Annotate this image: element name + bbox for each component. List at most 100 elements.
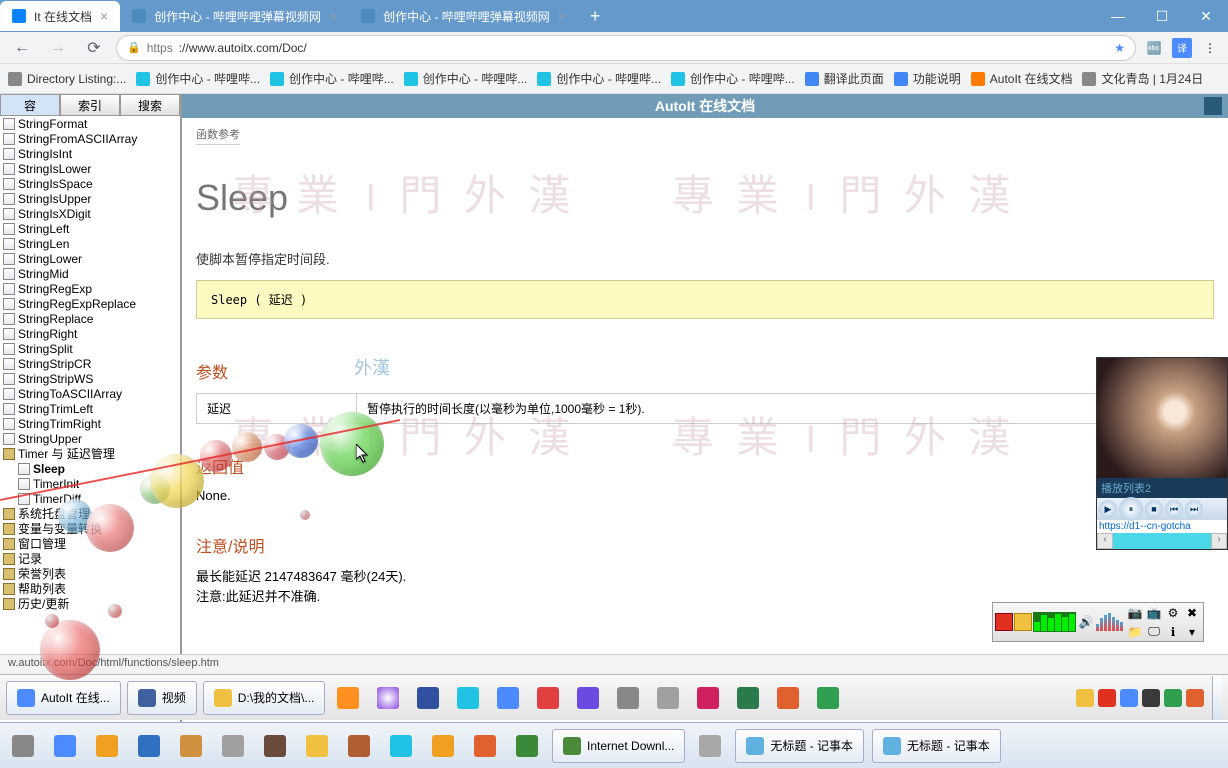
tree-item[interactable]: 荣誉列表 [0, 566, 180, 581]
show-desktop[interactable] [1212, 676, 1222, 720]
task-button[interactable]: D:\我的文档\... [203, 681, 326, 715]
tab-index[interactable]: 索引 [60, 94, 120, 116]
pinned-app[interactable] [132, 729, 166, 763]
tree-item[interactable]: StringStripCR [0, 356, 180, 371]
star-icon[interactable]: ★ [1114, 41, 1125, 55]
tab-1[interactable]: 创作中心 - 哔哩哔哩弹幕视频网 × [120, 1, 349, 31]
tree-item[interactable]: StringRight [0, 326, 180, 341]
print-icon[interactable] [1204, 97, 1222, 115]
new-tab-button[interactable]: + [578, 6, 613, 27]
pinned-app[interactable] [48, 729, 82, 763]
media-player[interactable]: 播放列表2 ▶ ⏸ ■ ⏮ ⏭ https://d1--cn-gotcha ‹ … [1096, 357, 1228, 550]
pinned-app[interactable] [331, 681, 365, 715]
play-button[interactable]: ▶ [1099, 500, 1117, 518]
clock-icon[interactable] [1014, 613, 1032, 631]
pinned-app[interactable] [491, 681, 525, 715]
forward-button[interactable]: → [44, 34, 72, 62]
close-icon[interactable]: ✖ [1183, 604, 1201, 622]
tree-item[interactable]: StringTrimRight [0, 416, 180, 431]
tool-icon[interactable]: ▾ [1183, 623, 1201, 641]
bookmark-item[interactable]: 创作中心 - 哔哩哔... [136, 70, 260, 87]
pinned-app[interactable] [174, 729, 208, 763]
minimize-button[interactable]: — [1096, 0, 1140, 32]
pinned-app[interactable] [451, 681, 485, 715]
close-icon[interactable]: × [329, 8, 337, 24]
tab-0[interactable]: It 在线文档 × [0, 1, 120, 31]
next-button[interactable]: ⏭ [1185, 500, 1203, 518]
pause-button[interactable]: ⏸ [1119, 497, 1143, 521]
stop-button[interactable]: ■ [1145, 500, 1163, 518]
task-button[interactable]: 无标题 - 记事本 [872, 729, 1001, 763]
tool-icon[interactable]: 📷 [1126, 604, 1144, 622]
tree-item[interactable]: StringIsInt [0, 146, 180, 161]
tree-item[interactable]: 窗口管理 [0, 536, 180, 551]
tray-icon[interactable] [1076, 689, 1094, 707]
maximize-button[interactable]: ☐ [1140, 0, 1184, 32]
pinned-app[interactable] [731, 681, 765, 715]
tray-icon[interactable] [1120, 689, 1138, 707]
tray-icon[interactable] [1164, 689, 1182, 707]
pinned-app[interactable] [531, 681, 565, 715]
tray-icon[interactable] [1098, 689, 1116, 707]
close-button[interactable]: ✕ [1184, 0, 1228, 32]
bookmark-item[interactable]: 创作中心 - 哔哩哔... [537, 70, 661, 87]
tree-item[interactable]: 记录 [0, 551, 180, 566]
pinned-app[interactable] [811, 681, 845, 715]
bookmark-item[interactable]: 功能说明 [894, 70, 961, 87]
tray-icon[interactable] [1186, 689, 1204, 707]
pinned-app[interactable] [691, 681, 725, 715]
close-icon[interactable]: × [100, 8, 108, 24]
pinned-app[interactable] [300, 729, 334, 763]
tool-icon[interactable]: 🖵 [1145, 623, 1163, 641]
pinned-app[interactable] [216, 729, 250, 763]
bookmark-item[interactable]: 翻译此页面 [805, 70, 884, 87]
reload-button[interactable]: ⟳ [80, 34, 108, 62]
tree-item[interactable]: 历史/更新 [0, 596, 180, 611]
tree-item[interactable]: StringIsUpper [0, 191, 180, 206]
tab-contents[interactable]: 容 [0, 94, 60, 116]
bookmark-item[interactable]: 创作中心 - 哔哩哔... [270, 70, 394, 87]
tool-icon[interactable]: ⚙ [1164, 604, 1182, 622]
tree-item[interactable]: StringStripWS [0, 371, 180, 386]
task-button[interactable]: 视频 [127, 681, 197, 715]
tree-item[interactable]: StringLen [0, 236, 180, 251]
tree-item[interactable]: StringReplace [0, 311, 180, 326]
pinned-app[interactable] [571, 681, 605, 715]
tool-icon[interactable]: ℹ [1164, 623, 1182, 641]
pinned-app[interactable] [693, 729, 727, 763]
close-icon[interactable]: × [558, 8, 566, 24]
pinned-app[interactable] [426, 729, 460, 763]
tray-icon[interactable] [1142, 689, 1160, 707]
bookmark-item[interactable]: 创作中心 - 哔哩哔... [671, 70, 795, 87]
pinned-app[interactable] [384, 729, 418, 763]
pinned-app[interactable] [651, 681, 685, 715]
pinned-app[interactable] [611, 681, 645, 715]
scroll-right-icon[interactable]: › [1211, 533, 1227, 549]
pinned-app[interactable] [342, 729, 376, 763]
menu-button[interactable]: ⋮ [1200, 38, 1220, 58]
translate2-icon[interactable]: 译 [1172, 38, 1192, 58]
media-scrollbar[interactable]: ‹ › [1097, 533, 1227, 549]
tree-item[interactable]: StringSplit [0, 341, 180, 356]
bookmark-item[interactable]: Directory Listing:... [8, 72, 126, 86]
back-button[interactable]: ← [8, 34, 36, 62]
scroll-left-icon[interactable]: ‹ [1097, 533, 1113, 549]
tree-item[interactable]: StringTrimLeft [0, 401, 180, 416]
tree-item[interactable]: StringLeft [0, 221, 180, 236]
tree-item[interactable]: StringLower [0, 251, 180, 266]
tab-2[interactable]: 创作中心 - 哔哩哔哩弹幕视频网 × [349, 1, 578, 31]
pinned-app[interactable] [6, 729, 40, 763]
tool-icon[interactable]: 📺 [1145, 604, 1163, 622]
pinned-app[interactable] [468, 729, 502, 763]
tree-item[interactable]: StringIsSpace [0, 176, 180, 191]
tree-item[interactable]: StringIsLower [0, 161, 180, 176]
tree-item[interactable]: StringMid [0, 266, 180, 281]
tree-item[interactable]: Sleep [0, 461, 180, 476]
tree-item[interactable]: Timer 与 延迟管理 [0, 446, 180, 461]
tool-icon[interactable]: 📁 [1126, 623, 1144, 641]
pinned-app[interactable] [411, 681, 445, 715]
address-field[interactable]: 🔒 https://www.autoitx.com/Doc/ ★ [116, 35, 1136, 61]
bookmark-item[interactable]: 创作中心 - 哔哩哔... [404, 70, 528, 87]
tree-item[interactable]: StringToASCIIArray [0, 386, 180, 401]
tree-item[interactable]: StringFromASCIIArray [0, 131, 180, 146]
